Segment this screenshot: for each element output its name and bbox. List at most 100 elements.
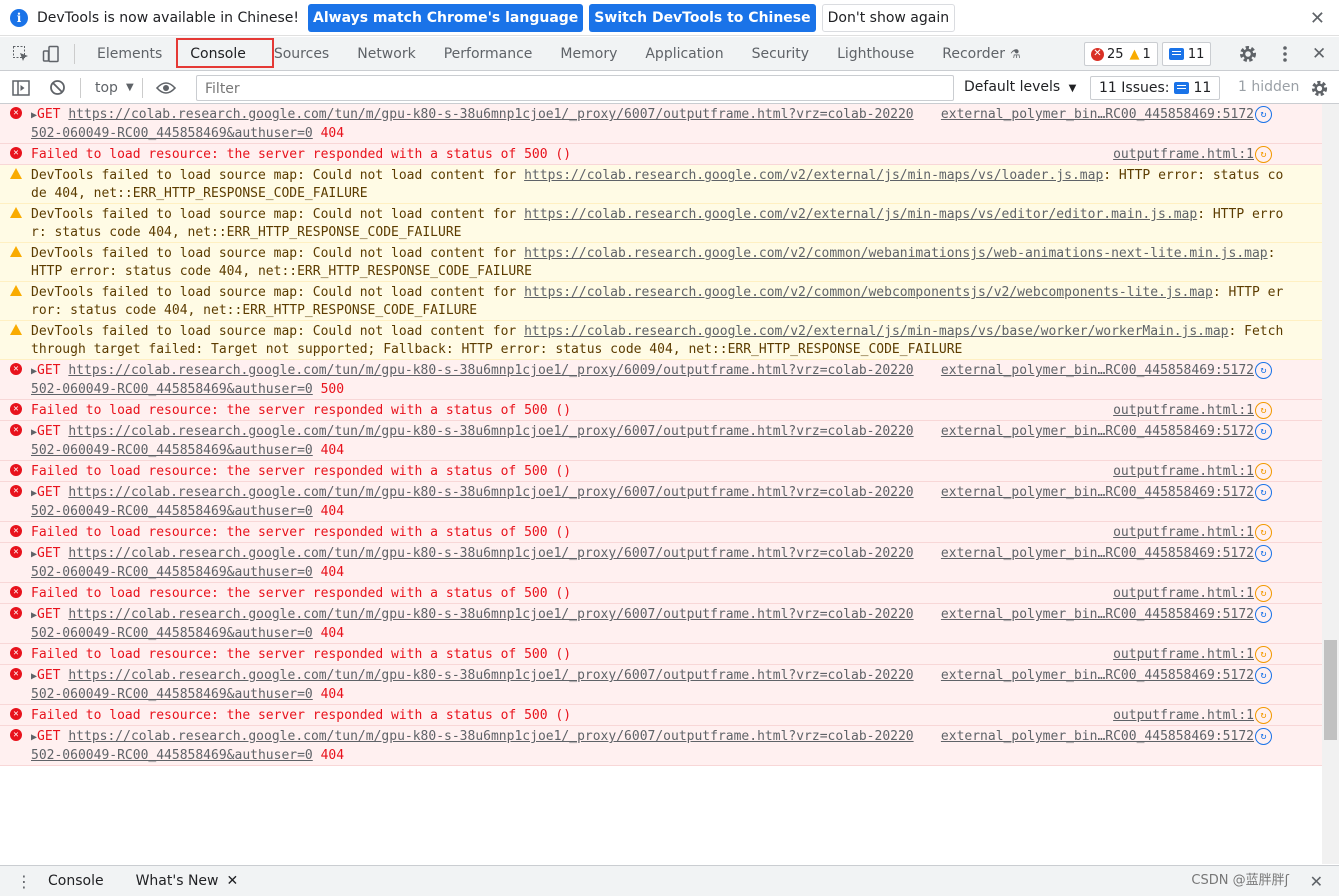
source-link[interactable]: external_polymer_bin…RC00_445858469:5172 xyxy=(941,728,1254,746)
context-selector[interactable]: top ▼ xyxy=(95,80,134,96)
console-error-row[interactable]: ✕ Failed to load resource: the server res… xyxy=(0,144,1322,165)
stack-trace-icon[interactable]: ↻ xyxy=(1255,146,1272,163)
message-link[interactable]: https://colab.research.google.com/tun/m/… xyxy=(31,107,914,141)
console-error-row[interactable]: ✕ Failed to load resource: the server res… xyxy=(0,583,1322,604)
source-link[interactable]: external_polymer_bin…RC00_445858469:5172 xyxy=(941,484,1254,502)
console-error-row[interactable]: ✕ ▶GET https://colab.research.google.com/… xyxy=(0,421,1322,461)
tab-memory[interactable]: Memory xyxy=(546,37,631,71)
console-error-row[interactable]: ✕ ▶GET https://colab.research.google.com/… xyxy=(0,543,1322,583)
drawer-tab-whats-new[interactable]: What's New xyxy=(136,873,219,889)
message-link[interactable]: https://colab.research.google.com/v2/com… xyxy=(524,246,1268,261)
close-tab-icon[interactable]: ✕ xyxy=(227,873,239,889)
source-link[interactable]: outputframe.html:1 xyxy=(1113,707,1254,725)
source-link[interactable]: outputframe.html:1 xyxy=(1113,646,1254,664)
stack-trace-icon[interactable]: ↻ xyxy=(1255,362,1272,379)
clear-console-icon[interactable] xyxy=(42,73,72,103)
sidebar-toggle-icon[interactable] xyxy=(6,73,36,103)
console-settings-gear-icon[interactable] xyxy=(1310,72,1329,104)
console-error-row[interactable]: ✕ Failed to load resource: the server res… xyxy=(0,644,1322,665)
stack-trace-icon[interactable]: ↻ xyxy=(1255,585,1272,602)
source-link[interactable]: external_polymer_bin…RC00_445858469:5172 xyxy=(941,362,1254,380)
tab-sources[interactable]: Sources xyxy=(260,37,343,71)
tab-lighthouse[interactable]: Lighthouse xyxy=(823,37,928,71)
message-link[interactable]: https://colab.research.google.com/tun/m/… xyxy=(31,607,914,641)
filter-input[interactable]: Filter xyxy=(196,75,954,101)
source-link[interactable]: outputframe.html:1 xyxy=(1113,146,1254,164)
stack-trace-icon[interactable]: ↻ xyxy=(1255,545,1272,562)
console-error-row[interactable]: ✕ ▶GET https://colab.research.google.com/… xyxy=(0,604,1322,644)
stack-trace-icon[interactable]: ↻ xyxy=(1255,524,1272,541)
message-link[interactable]: https://colab.research.google.com/v2/com… xyxy=(524,285,1213,300)
console-error-row[interactable]: ✕ Failed to load resource: the server res… xyxy=(0,400,1322,421)
message-link[interactable]: https://colab.research.google.com/v2/ext… xyxy=(524,324,1228,339)
console-error-row[interactable]: ✕ Failed to load resource: the server res… xyxy=(0,522,1322,543)
more-options-icon[interactable] xyxy=(1280,37,1290,71)
scrollbar-thumb[interactable] xyxy=(1324,640,1337,740)
console-warning-row[interactable]: DevTools failed to load source map: Coul… xyxy=(0,243,1322,282)
stack-trace-icon[interactable]: ↻ xyxy=(1255,707,1272,724)
message-link[interactable]: https://colab.research.google.com/tun/m/… xyxy=(31,363,914,397)
close-drawer-icon[interactable]: ✕ xyxy=(1310,872,1323,891)
message-link[interactable]: https://colab.research.google.com/tun/m/… xyxy=(31,668,914,702)
tab-recorder[interactable]: Recorder ⚗ xyxy=(928,37,1035,71)
stack-trace-icon[interactable]: ↻ xyxy=(1255,463,1272,480)
source-link[interactable]: external_polymer_bin…RC00_445858469:5172 xyxy=(941,423,1254,441)
switch-chinese-button[interactable]: Switch DevTools to Chinese xyxy=(589,3,816,32)
device-toolbar-icon[interactable] xyxy=(36,39,66,69)
tab-performance[interactable]: Performance xyxy=(430,37,547,71)
issues-button[interactable]: 11 Issues: 11 xyxy=(1090,76,1221,100)
source-link[interactable]: external_polymer_bin…RC00_445858469:5172 xyxy=(941,106,1254,124)
console-warning-row[interactable]: DevTools failed to load source map: Coul… xyxy=(0,321,1322,360)
log-levels-dropdown[interactable]: Default levels ▼ xyxy=(964,79,1076,95)
source-link[interactable]: external_polymer_bin…RC00_445858469:5172 xyxy=(941,667,1254,685)
console-error-row[interactable]: ✕ ▶GET https://colab.research.google.com/… xyxy=(0,726,1322,766)
tab-elements[interactable]: Elements xyxy=(83,37,176,71)
stack-trace-icon[interactable]: ↻ xyxy=(1255,106,1272,123)
tab-application[interactable]: Application xyxy=(631,37,737,71)
live-expression-eye-icon[interactable] xyxy=(151,73,181,103)
message-link[interactable]: https://colab.research.google.com/tun/m/… xyxy=(31,546,914,580)
source-link[interactable]: external_polymer_bin…RC00_445858469:5172 xyxy=(941,606,1254,624)
console-error-row[interactable]: ✕ Failed to load resource: the server res… xyxy=(0,461,1322,482)
console-error-row[interactable]: ✕ ▶GET https://colab.research.google.com/… xyxy=(0,104,1322,144)
source-link[interactable]: outputframe.html:1 xyxy=(1113,463,1254,481)
tab-security[interactable]: Security xyxy=(738,37,824,71)
message-link[interactable]: https://colab.research.google.com/tun/m/… xyxy=(31,485,914,519)
stack-trace-icon[interactable]: ↻ xyxy=(1255,728,1272,745)
stack-trace-icon[interactable]: ↻ xyxy=(1255,606,1272,623)
infobar-close-icon[interactable]: ✕ xyxy=(1310,8,1325,29)
settings-gear-icon[interactable] xyxy=(1238,37,1258,71)
close-devtools-icon[interactable]: ✕ xyxy=(1312,37,1326,71)
console-error-row[interactable]: ✕ Failed to load resource: the server res… xyxy=(0,705,1322,726)
stack-trace-icon[interactable]: ↻ xyxy=(1255,402,1272,419)
messages-counter[interactable]: 11 xyxy=(1161,42,1212,66)
source-link[interactable]: outputframe.html:1 xyxy=(1113,585,1254,603)
source-link[interactable]: outputframe.html:1 xyxy=(1113,524,1254,542)
stack-trace-icon[interactable]: ↻ xyxy=(1255,646,1272,663)
source-link[interactable]: external_polymer_bin…RC00_445858469:5172 xyxy=(941,545,1254,563)
console-messages[interactable]: ✕ ▶GET https://colab.research.google.com/… xyxy=(0,104,1322,864)
message-link[interactable]: https://colab.research.google.com/v2/ext… xyxy=(524,168,1103,183)
inspect-element-icon[interactable] xyxy=(6,39,36,69)
console-warning-row[interactable]: DevTools failed to load source map: Coul… xyxy=(0,165,1322,204)
console-warning-row[interactable]: DevTools failed to load source map: Coul… xyxy=(0,282,1322,321)
error-warning-counter[interactable]: ✕ 25 ▲ 1 xyxy=(1084,42,1158,66)
tab-console[interactable]: Console xyxy=(176,37,275,71)
dont-show-again-button[interactable]: Don't show again xyxy=(821,3,956,32)
message-link[interactable]: https://colab.research.google.com/tun/m/… xyxy=(31,729,914,763)
stack-trace-icon[interactable]: ↻ xyxy=(1255,484,1272,501)
source-link[interactable]: outputframe.html:1 xyxy=(1113,402,1254,420)
message-link[interactable]: https://colab.research.google.com/v2/ext… xyxy=(524,207,1197,222)
console-warning-row[interactable]: DevTools failed to load source map: Coul… xyxy=(0,204,1322,243)
console-scrollbar[interactable] xyxy=(1322,104,1339,864)
message-link[interactable]: https://colab.research.google.com/tun/m/… xyxy=(31,424,914,458)
match-language-button[interactable]: Always match Chrome's language xyxy=(308,3,584,32)
drawer-menu-icon[interactable]: ⋮ xyxy=(16,872,32,891)
stack-trace-icon[interactable]: ↻ xyxy=(1255,423,1272,440)
tab-network[interactable]: Network xyxy=(343,37,429,71)
drawer-tab-console[interactable]: Console xyxy=(48,873,104,889)
console-error-row[interactable]: ✕ ▶GET https://colab.research.google.com/… xyxy=(0,360,1322,400)
console-error-row[interactable]: ✕ ▶GET https://colab.research.google.com/… xyxy=(0,482,1322,522)
console-error-row[interactable]: ✕ ▶GET https://colab.research.google.com/… xyxy=(0,665,1322,705)
stack-trace-icon[interactable]: ↻ xyxy=(1255,667,1272,684)
